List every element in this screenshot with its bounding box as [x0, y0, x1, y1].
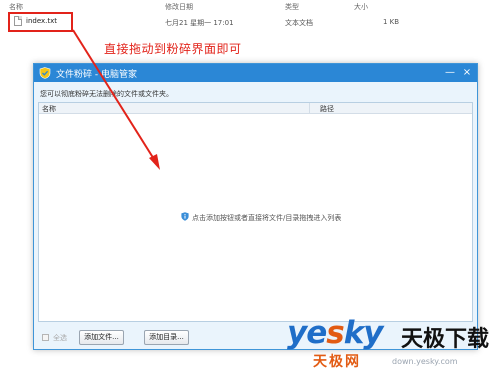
column-type[interactable]: 类型: [285, 2, 299, 12]
add-file-button[interactable]: 添加文件...: [79, 330, 124, 345]
list-header-name[interactable]: 名称: [42, 104, 56, 114]
window-subtitle: 您可以彻底粉碎无法删除的文件或文件夹。: [40, 90, 173, 98]
yesky-watermark-logo: yesky 天极下载 天极网 down.yesky.com: [287, 315, 500, 381]
add-directory-button[interactable]: 添加目录...: [144, 330, 189, 345]
close-button[interactable]: ×: [460, 66, 474, 80]
instruction-annotation: 直接拖动到粉碎界面即可: [104, 42, 242, 56]
column-name[interactable]: 名称: [9, 2, 23, 12]
file-type: 文本文档: [285, 19, 313, 27]
window-title: 文件粉碎 - 电脑管家: [56, 70, 137, 80]
list-header-path[interactable]: 路径: [320, 104, 334, 114]
tianji-download-text: 天极下载: [401, 327, 490, 352]
shield-icon: [39, 67, 51, 79]
file-shredder-window: 文件粉碎 - 电脑管家 — × 您可以彻底粉碎无法删除的文件或文件夹。 名称 路…: [33, 63, 478, 350]
file-name[interactable]: index.txt: [26, 17, 57, 25]
window-titlebar[interactable]: 文件粉碎 - 电脑管家 — ×: [34, 64, 477, 82]
select-all-checkbox[interactable]: [42, 334, 49, 341]
file-modified: 七月21 星期一 17:01: [165, 19, 234, 27]
file-size: 1 KB: [383, 18, 400, 26]
yesky-logo-text: yesky: [287, 315, 384, 351]
explorer-column-header: 名称 修改日期 类型 大小: [0, 0, 500, 12]
info-shield-icon: [181, 212, 189, 221]
text-file-icon: [14, 16, 22, 26]
empty-hint-text: 点击添加按钮或者直接将文件/目录拖拽进入列表: [192, 214, 342, 222]
column-modified[interactable]: 修改日期: [165, 2, 193, 12]
column-size[interactable]: 大小: [354, 2, 368, 12]
list-header: 名称 路径: [39, 103, 472, 114]
tianji-net-text: 天极网: [313, 354, 361, 370]
minimize-button[interactable]: —: [443, 66, 457, 80]
watermark-url: down.yesky.com: [392, 357, 458, 366]
file-list[interactable]: 名称 路径 点击添加按钮或者直接将文件/目录拖拽进入列表: [38, 102, 473, 322]
header-divider: [309, 103, 310, 113]
select-all-label: 全选: [53, 334, 67, 342]
empty-list-hint: 点击添加按钮或者直接将文件/目录拖拽进入列表: [181, 212, 342, 223]
file-row[interactable]: index.txt 七月21 星期一 17:01 文本文档 1 KB: [8, 12, 494, 32]
